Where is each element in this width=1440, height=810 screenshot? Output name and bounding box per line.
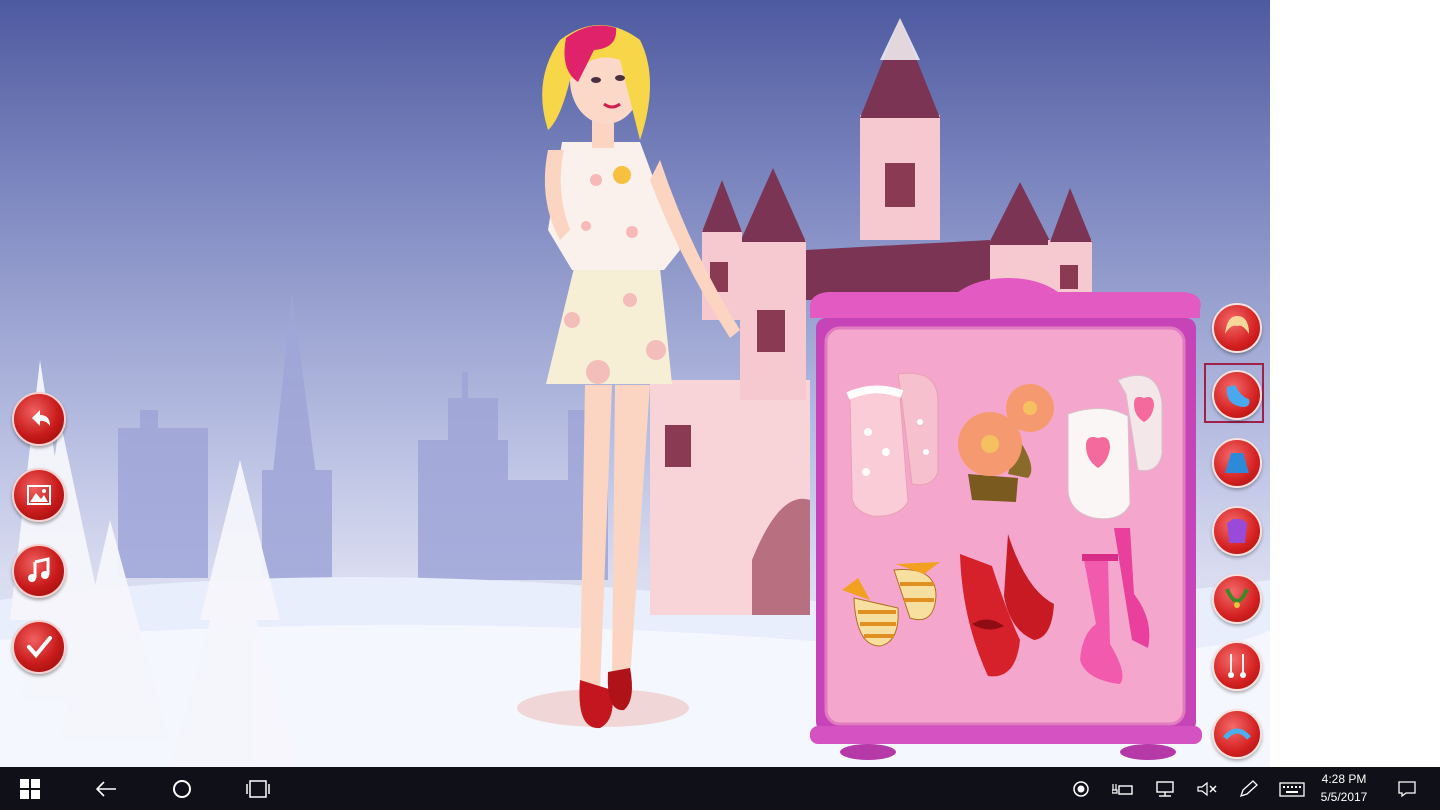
flower-sandals-item[interactable] [948, 378, 1058, 506]
necklace-icon [1225, 588, 1249, 608]
volume-muted-icon [1197, 781, 1217, 796]
network-icon [1156, 780, 1174, 797]
task-view-icon [246, 779, 270, 798]
background-button[interactable] [12, 468, 66, 522]
windows-logo-icon [20, 778, 40, 799]
clock-date: 5/5/2017 [1320, 790, 1368, 804]
back-button[interactable] [12, 392, 66, 446]
taskbar-clock[interactable]: 4:28 PM 5/5/2017 [1312, 770, 1376, 806]
heart-slippers-icon [1067, 375, 1163, 520]
volume-tray-button[interactable] [1194, 767, 1220, 810]
earrings-icon [1228, 654, 1246, 678]
pen-tray-button[interactable] [1236, 767, 1262, 810]
keyboard-icon [1279, 781, 1305, 797]
pen-icon [1239, 779, 1258, 797]
top-icon [1227, 519, 1247, 543]
back-arrow-icon [32, 410, 50, 426]
back-arrow-icon [95, 780, 116, 797]
letterbox-margin [1270, 0, 1440, 767]
cortana-button[interactable] [162, 767, 202, 810]
cortana-circle-icon [173, 779, 191, 798]
battery-tray-button[interactable] [1110, 767, 1136, 810]
hair-icon [1225, 316, 1249, 334]
music-note-icon [28, 557, 50, 582]
network-tray-button[interactable] [1152, 767, 1178, 810]
category-top-button[interactable] [1212, 506, 1262, 556]
skirt-icon [1225, 453, 1249, 473]
category-shoes-button[interactable] [1212, 370, 1262, 420]
headband-icon [1223, 728, 1251, 740]
pink-polka-boots-icon [846, 372, 939, 517]
battery-plug-icon [1112, 783, 1133, 795]
notification-icon [1398, 780, 1416, 797]
red-bow-heels-icon [960, 534, 1054, 677]
striped-bow-flats-icon [842, 562, 940, 647]
touch-keyboard-button[interactable] [1276, 767, 1308, 810]
shoes-icon [1226, 385, 1250, 407]
checkmark-icon [27, 636, 52, 659]
back-nav-button[interactable] [86, 767, 126, 810]
category-hair-button[interactable] [1212, 303, 1262, 353]
category-skirt-button[interactable] [1212, 438, 1262, 488]
start-button[interactable] [10, 767, 50, 810]
taskbar: 4:28 PM 5/5/2017 [0, 767, 1440, 810]
flower-sandals-icon [958, 384, 1054, 502]
background-picture-icon [27, 485, 51, 505]
game-canvas [0, 0, 1270, 767]
done-button[interactable] [12, 620, 66, 674]
music-button[interactable] [12, 544, 66, 598]
heart-slippers-item[interactable] [1062, 364, 1164, 522]
record-tray-button[interactable] [1068, 767, 1094, 810]
pink-strap-heels-item[interactable] [1074, 524, 1164, 686]
action-center-button[interactable] [1392, 767, 1422, 810]
record-icon [1073, 780, 1089, 797]
striped-bow-flats-item[interactable] [840, 556, 948, 650]
task-view-button[interactable] [238, 767, 278, 810]
pink-strap-heels-icon [1080, 528, 1150, 684]
category-necklace-button[interactable] [1212, 574, 1262, 624]
pink-polka-boots-item[interactable] [842, 362, 944, 520]
category-headband-button[interactable] [1212, 709, 1262, 759]
category-earrings-button[interactable] [1212, 641, 1262, 691]
red-bow-heels-item[interactable] [948, 530, 1060, 680]
clock-time: 4:28 PM [1321, 772, 1367, 786]
